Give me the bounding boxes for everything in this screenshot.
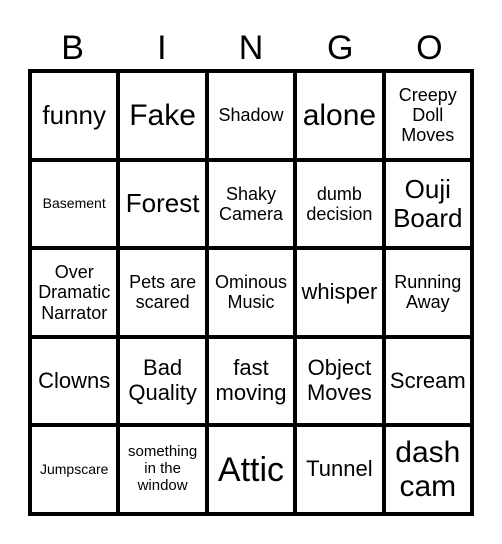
- bingo-cell[interactable]: Tunnel: [295, 425, 384, 514]
- bingo-cell[interactable]: Attic: [206, 425, 296, 514]
- bingo-cell-text: Ominous Music: [214, 272, 287, 313]
- bingo-cell[interactable]: Shaky Camera: [206, 159, 296, 249]
- bingo-cell[interactable]: Basement: [30, 159, 119, 249]
- bingo-cell-text: Basement: [42, 195, 106, 212]
- bingo-cell[interactable]: Scream: [383, 336, 472, 426]
- bingo-cell-text: fast moving: [215, 355, 287, 406]
- bingo-cell-text: Scream: [389, 367, 466, 393]
- bingo-cell-text: Attic: [217, 450, 285, 489]
- bingo-cell[interactable]: Shadow: [206, 71, 296, 160]
- bingo-cell[interactable]: Clowns: [30, 336, 119, 426]
- bingo-cell-text: Forest: [125, 188, 200, 219]
- header-letter-i: I: [157, 29, 167, 67]
- bingo-cell-text: Fake: [129, 98, 196, 132]
- bingo-cell-text: Running Away: [394, 272, 462, 313]
- header-letter-g: G: [326, 29, 354, 67]
- bingo-cell[interactable]: Running Away: [383, 248, 472, 337]
- bingo-cell[interactable]: Pets are scared: [118, 248, 207, 337]
- bingo-cell-text: Creepy Doll Moves: [398, 85, 457, 146]
- bingo-cell-text: Clowns: [38, 367, 111, 393]
- bingo-cell-text: Ouji Board: [393, 173, 463, 233]
- bingo-cell-text: funny: [42, 99, 106, 130]
- bingo-cell[interactable]: whisper: [295, 248, 384, 337]
- bingo-cell[interactable]: fast moving: [206, 336, 296, 426]
- bingo-cell-text: Shadow: [218, 105, 284, 126]
- bingo-cell[interactable]: Ouji Board: [383, 159, 472, 249]
- bingo-cell-text: dash cam: [395, 436, 461, 503]
- bingo-grid: funny Fake Shadow alone Creepy Doll Moves Bas…: [28, 69, 474, 516]
- bingo-cell[interactable]: Forest: [118, 159, 207, 249]
- bingo-cell-text: Tunnel: [306, 456, 373, 482]
- bingo-cell[interactable]: Bad Quality: [118, 336, 207, 426]
- bingo-cell[interactable]: something in the window: [118, 425, 207, 514]
- bingo-cell[interactable]: Over Dramatic Narrator: [30, 248, 119, 337]
- bingo-cell-text: Pets are scared: [129, 272, 197, 313]
- bingo-cell[interactable]: Fake: [118, 71, 207, 160]
- bingo-cell-text: Bad Quality: [128, 355, 197, 406]
- header-letter-b: B: [61, 29, 84, 67]
- bingo-cell[interactable]: funny: [30, 71, 119, 160]
- bingo-cell-text: dumb decision: [306, 183, 373, 224]
- bingo-cell-text: something in the window: [127, 443, 198, 495]
- bingo-cell-text: Object Moves: [306, 355, 372, 406]
- header-letter-o: O: [416, 29, 443, 67]
- bingo-cell[interactable]: dash cam: [383, 425, 472, 514]
- bingo-cell[interactable]: dumb decision: [295, 159, 384, 249]
- bingo-cell[interactable]: Ominous Music: [206, 248, 296, 337]
- bingo-cell-text: Over Dramatic Narrator: [38, 262, 111, 323]
- bingo-cell[interactable]: alone: [295, 71, 384, 160]
- bingo-cell[interactable]: Object Moves: [295, 336, 384, 426]
- bingo-cell[interactable]: Jumpscare: [30, 425, 119, 514]
- bingo-cell-text: alone: [302, 98, 377, 132]
- header-letter-n: N: [238, 29, 264, 67]
- bingo-cell-text: Shaky Camera: [218, 183, 283, 224]
- bingo-cell[interactable]: Creepy Doll Moves: [383, 71, 472, 160]
- bingo-cell-text: whisper: [301, 279, 378, 305]
- bingo-cell-text: Jumpscare: [39, 460, 109, 477]
- bingo-header: B I N G O: [28, 28, 474, 68]
